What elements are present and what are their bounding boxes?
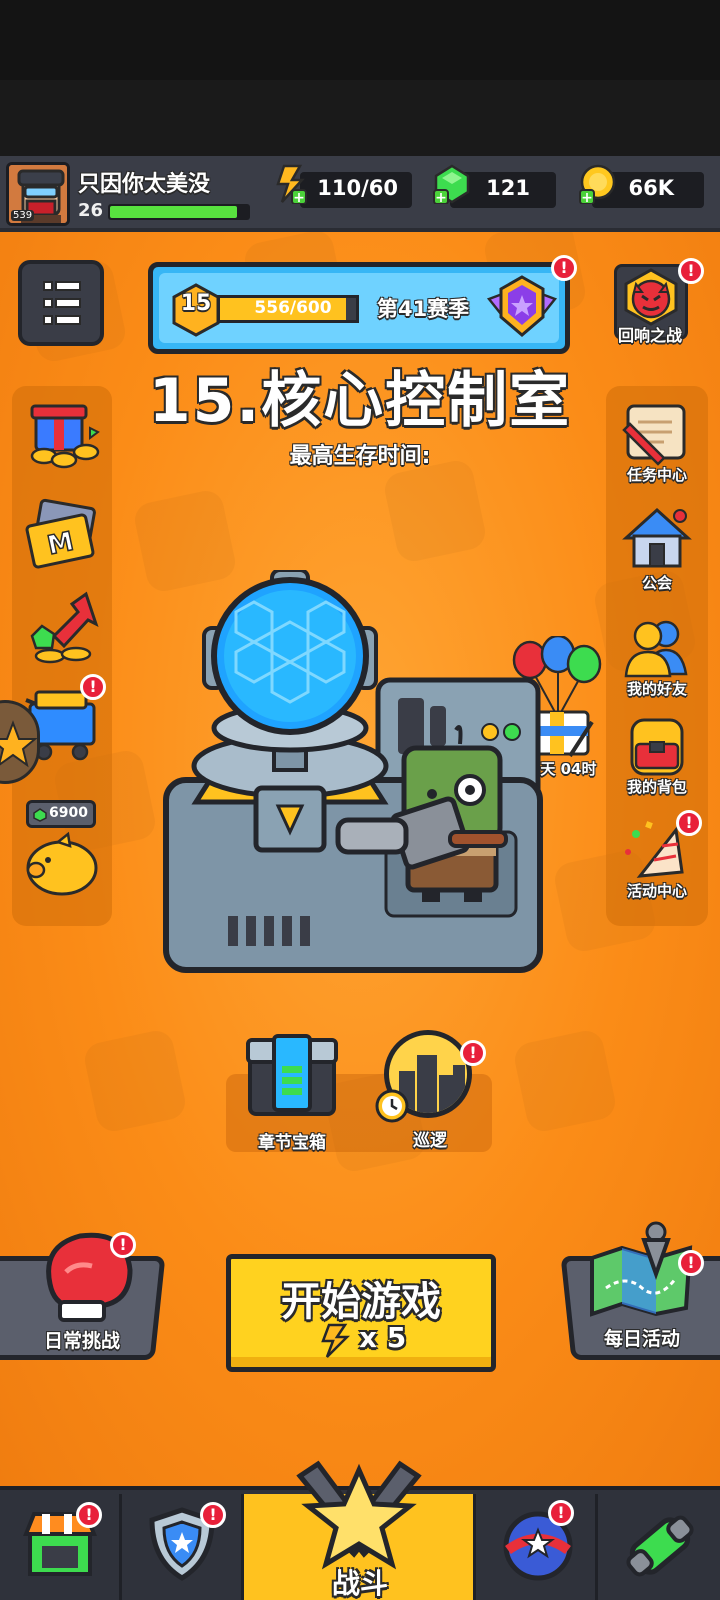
guild-button[interactable]: 公会 xyxy=(606,506,708,596)
friends-label: 我的好友 xyxy=(626,680,687,698)
backpack-button[interactable]: 我的背包 xyxy=(606,712,708,804)
echo-battle-button[interactable]: 回响之战 ! xyxy=(610,258,704,348)
friends-icon xyxy=(624,620,688,678)
energy-bolt-icon[interactable]: + xyxy=(270,164,310,204)
piggy-gem-bubble: 6900 xyxy=(26,800,96,828)
patrol-badge: ! xyxy=(460,1040,486,1066)
energy-counter[interactable]: 110/60 xyxy=(300,172,412,208)
daily-challenge-badge: ! xyxy=(110,1232,136,1258)
piggy-gem-amount: 6900 xyxy=(49,805,88,821)
energy-cost-icon xyxy=(321,1323,351,1358)
svg-text:+: + xyxy=(435,190,447,204)
echo-battle-badge: ! xyxy=(678,258,704,284)
chapter-chest-button[interactable]: 章节宝箱 xyxy=(236,1032,348,1154)
nav-equipment-tab[interactable]: ! xyxy=(122,1494,244,1600)
small-gem-icon xyxy=(33,808,47,822)
player-avatar[interactable]: 539 xyxy=(6,162,70,226)
capsule-icon xyxy=(626,1515,694,1577)
player-level: 26 xyxy=(78,200,104,221)
coin-icon[interactable]: + xyxy=(578,164,618,204)
backpack-icon xyxy=(630,718,684,776)
top-resource-bar: 539 只因你太美没 26 110/60 + 121 + 66K + xyxy=(0,156,720,232)
event-center-label: 活动中心 xyxy=(626,882,687,900)
svg-text:+: + xyxy=(581,190,593,204)
event-center-button[interactable]: 活动中心 ! xyxy=(606,810,708,906)
shop-cart-badge: ! xyxy=(80,674,106,700)
status-bar xyxy=(0,0,720,80)
player-xp-bar xyxy=(108,204,250,220)
gem-icon[interactable]: + xyxy=(432,164,472,204)
nav-shop-badge: ! xyxy=(76,1502,102,1528)
treasure-chest-icon xyxy=(246,1034,338,1116)
clock-icon xyxy=(375,1089,409,1123)
echo-battle-label: 回响之战 xyxy=(617,326,682,345)
demon-face-icon xyxy=(624,268,678,326)
bottom-navigation: ! ! 战斗 ! xyxy=(0,1460,720,1600)
gift-box-coins-icon[interactable] xyxy=(24,398,104,470)
monthly-card-icon[interactable]: M xyxy=(24,498,104,574)
nav-equipment-badge: ! xyxy=(200,1502,226,1528)
season-tier: 15 xyxy=(180,291,212,316)
daily-challenge-button[interactable]: 日常挑战 ! xyxy=(0,1226,172,1364)
season-label: 第41赛季 xyxy=(377,297,470,321)
season-alert-badge: ! xyxy=(551,255,577,281)
friends-button[interactable]: 我的好友 xyxy=(606,612,708,704)
menu-button[interactable] xyxy=(18,260,104,346)
core-control-room-illustration xyxy=(163,570,543,973)
guild-label: 公会 xyxy=(641,574,672,592)
scroll-quill-icon xyxy=(622,404,686,466)
start-game-button[interactable]: 开始游戏 x 5 xyxy=(226,1254,496,1372)
piggy-bank-button[interactable]: 6900 xyxy=(22,800,106,904)
chapter-chest-label: 章节宝箱 xyxy=(258,1133,326,1153)
season-progress-text: 556/600 xyxy=(254,298,332,318)
patrol-label: 巡逻 xyxy=(413,1131,447,1151)
event-center-badge: ! xyxy=(676,810,702,836)
nav-shop-tab[interactable]: ! xyxy=(0,1494,122,1600)
nav-talent-tab[interactable]: ! xyxy=(476,1494,598,1600)
gem-value: 121 xyxy=(486,176,530,200)
guild-house-icon xyxy=(622,507,692,568)
player-name: 只因你太美没 xyxy=(78,172,211,197)
piggy-bank-icon xyxy=(26,831,98,896)
daily-challenge-label: 日常挑战 xyxy=(43,1330,120,1352)
start-game-cost: x 5 xyxy=(359,1321,407,1354)
daily-activity-label: 每日活动 xyxy=(603,1328,680,1350)
energy-value: 110/60 xyxy=(317,176,398,200)
coin-value: 66K xyxy=(628,176,675,200)
nav-battle-label: 战斗 xyxy=(331,1567,388,1600)
nav-talent-badge: ! xyxy=(548,1500,574,1526)
svg-text:+: + xyxy=(293,190,305,204)
patrol-button[interactable]: 巡逻 ! xyxy=(374,1030,486,1154)
backpack-label: 我的背包 xyxy=(626,778,687,796)
hamburger-icon xyxy=(43,281,81,325)
nav-gene-tab[interactable] xyxy=(598,1494,720,1600)
task-center-button[interactable]: 任务中心 xyxy=(606,398,708,490)
daily-activity-button[interactable]: 每日活动 ! xyxy=(556,1218,720,1364)
avatar-level-badge: 539 xyxy=(11,210,35,221)
season-rank-emblem-icon xyxy=(486,275,558,337)
nav-battle-tab[interactable]: 战斗 xyxy=(244,1460,476,1600)
task-center-label: 任务中心 xyxy=(626,466,687,484)
season-pass-panel[interactable]: 15 556/600 第41赛季 ! xyxy=(148,255,577,354)
daily-activity-badge: ! xyxy=(678,1250,704,1276)
start-game-label: 开始游戏 xyxy=(281,1279,441,1325)
growth-arrow-gems-icon[interactable] xyxy=(24,590,104,666)
